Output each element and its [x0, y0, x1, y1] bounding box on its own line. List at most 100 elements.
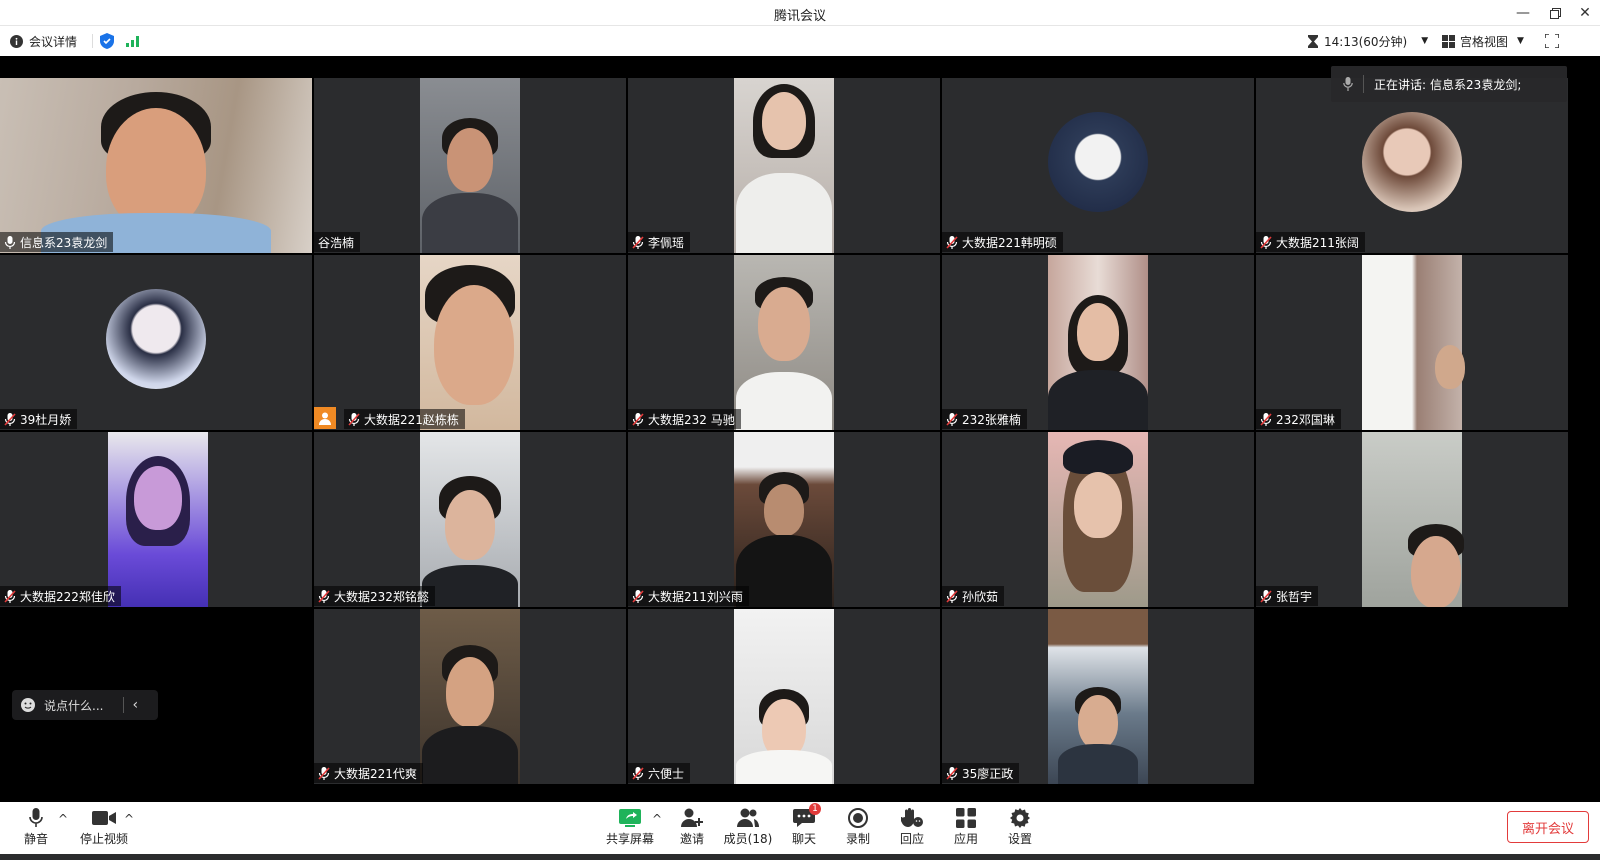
network-signal-icon[interactable]: [126, 26, 140, 56]
muted-microphone-icon: [632, 766, 644, 780]
unread-badge: 1: [809, 803, 821, 815]
record-label: 录制: [845, 832, 870, 846]
video-tile[interactable]: 大数据221韩明硕: [942, 78, 1254, 253]
empty-tile: [1256, 609, 1568, 784]
microphone-icon: [29, 808, 43, 827]
muted-microphone-icon: [348, 412, 360, 426]
person-shirt: [422, 726, 518, 784]
participant-name: 232张雅楠: [962, 412, 1021, 427]
video-tile[interactable]: 李佩瑶: [628, 78, 940, 253]
video-tile[interactable]: 大数据211张阔: [1256, 78, 1568, 253]
leave-meeting-button[interactable]: 离开会议: [1507, 811, 1589, 843]
divider: [92, 34, 93, 48]
record-button[interactable]: 录制: [830, 806, 886, 847]
video-tile[interactable]: 35廖正政: [942, 609, 1254, 784]
meeting-timer[interactable]: 14:13(60分钟) ▼: [1308, 26, 1428, 56]
person-face: [1435, 345, 1465, 389]
muted-microphone-icon: [4, 589, 16, 603]
person-shirt: [736, 372, 832, 430]
bottom-toolbar: 静音 ^ 停止视频 ^ 共享屏幕 ^ 邀请 成员(18) 1 聊天 录制 回应 …: [0, 802, 1600, 854]
participant-name: 李佩瑶: [648, 235, 685, 250]
security-shield-icon[interactable]: [100, 26, 114, 56]
meeting-info-button[interactable]: 会议详情: [10, 26, 77, 56]
participant-name: 大数据221代爽: [334, 766, 417, 781]
chat-button[interactable]: 1 聊天: [776, 803, 832, 847]
apps-button[interactable]: 应用: [938, 806, 994, 847]
settings-label: 设置: [1007, 832, 1032, 846]
fullscreen-icon[interactable]: [1545, 26, 1559, 56]
settings-button[interactable]: 设置: [992, 806, 1048, 847]
invite-label: 邀请: [679, 832, 704, 846]
participant-name: 35廖正政: [962, 766, 1014, 781]
add-user-icon: [681, 808, 703, 827]
avatar: [1048, 112, 1148, 212]
participant-nameplate: 谷浩楠: [314, 232, 361, 252]
person-face: [764, 484, 804, 536]
video-tile[interactable]: 孙欣茹: [942, 432, 1254, 607]
participant-name: 孙欣茹: [962, 589, 999, 604]
video-tile[interactable]: 232张雅楠: [942, 255, 1254, 430]
emoji-icon[interactable]: [20, 697, 36, 713]
muted-microphone-icon: [946, 589, 958, 603]
video-tile[interactable]: 大数据222郑佳欣: [0, 432, 312, 607]
chevron-up-icon[interactable]: ^: [652, 812, 662, 826]
title-bar: 腾讯会议 — ✕: [0, 0, 1600, 26]
muted-microphone-icon: [1260, 235, 1272, 249]
chat-input-box[interactable]: 说点什么... ‹: [12, 690, 158, 720]
muted-microphone-icon: [1260, 589, 1272, 603]
video-grid: 信息系23袁龙剑 谷浩楠 李佩瑶 大数据221韩明硕 大数据211张阔 39杜月…: [0, 78, 1600, 802]
participant-nameplate: 大数据211刘兴雨: [628, 586, 749, 606]
video-tile[interactable]: 信息系23袁龙剑: [0, 78, 312, 253]
muted-microphone-icon: [632, 412, 644, 426]
person-shirt: [422, 193, 518, 253]
person-face: [106, 108, 206, 230]
minimize-icon[interactable]: —: [1508, 2, 1538, 24]
invite-button[interactable]: 邀请: [664, 806, 720, 847]
video-tile[interactable]: 谷浩楠: [314, 78, 626, 253]
chevron-down-icon: ▼: [1421, 36, 1429, 46]
participant-nameplate: 35廖正政: [942, 763, 1020, 783]
participant-nameplate: 孙欣茹: [942, 586, 1005, 606]
video-tile[interactable]: 232邓国琳: [1256, 255, 1568, 430]
share-screen-button[interactable]: 共享屏幕: [600, 806, 660, 847]
participant-nameplate: 大数据221韩明硕: [942, 232, 1063, 252]
chevron-up-icon[interactable]: ^: [124, 812, 134, 826]
avatar: [1362, 112, 1462, 212]
restore-icon[interactable]: [1540, 2, 1570, 24]
participant-name: 大数据211张阔: [1276, 235, 1359, 250]
video-tile[interactable]: 大数据221代爽: [314, 609, 626, 784]
video-tile[interactable]: 六便士: [628, 609, 940, 784]
mute-label: 静音: [23, 832, 48, 846]
react-button[interactable]: 回应: [884, 806, 940, 847]
muted-microphone-icon: [632, 235, 644, 249]
participant-name: 信息系23袁龙剑: [20, 235, 108, 250]
person-shirt: [736, 173, 832, 253]
chat-placeholder: 说点什么...: [44, 698, 104, 713]
camera-icon: [92, 811, 116, 825]
video-tile[interactable]: 大数据221赵栋栋: [314, 255, 626, 430]
muted-microphone-icon: [632, 589, 644, 603]
participant-name: 大数据211刘兴雨: [648, 589, 743, 604]
divider: [1363, 75, 1364, 93]
video-tile[interactable]: 大数据211刘兴雨: [628, 432, 940, 607]
participant-nameplate: 大数据222郑佳欣: [0, 586, 121, 606]
video-tile[interactable]: 大数据232 马驰: [628, 255, 940, 430]
participant-nameplate: 张哲宇: [1256, 586, 1319, 606]
collapse-chevron-icon[interactable]: ‹: [132, 697, 138, 713]
meeting-toolbar: 会议详情 14:13(60分钟) ▼ 宫格视图 ▼: [0, 26, 1600, 56]
participant-nameplate: 六便士: [628, 763, 691, 783]
participant-nameplate: 39杜月娇: [0, 409, 78, 429]
chevron-up-icon[interactable]: ^: [58, 812, 68, 826]
video-tile[interactable]: 大数据232郑铭懿: [314, 432, 626, 607]
chat-label: 聊天: [791, 832, 816, 846]
video-tile[interactable]: 39杜月娇: [0, 255, 312, 430]
members-button[interactable]: 成员(18): [716, 806, 780, 847]
video-tile[interactable]: 张哲宇: [1256, 432, 1568, 607]
meeting-info-label: 会议详情: [29, 34, 78, 49]
person-face: [447, 128, 493, 192]
participant-name: 张哲宇: [1276, 589, 1313, 604]
close-icon[interactable]: ✕: [1570, 2, 1600, 24]
mute-button[interactable]: 静音: [8, 806, 64, 847]
record-icon: [848, 808, 868, 828]
view-mode-button[interactable]: 宫格视图 ▼: [1442, 26, 1524, 56]
